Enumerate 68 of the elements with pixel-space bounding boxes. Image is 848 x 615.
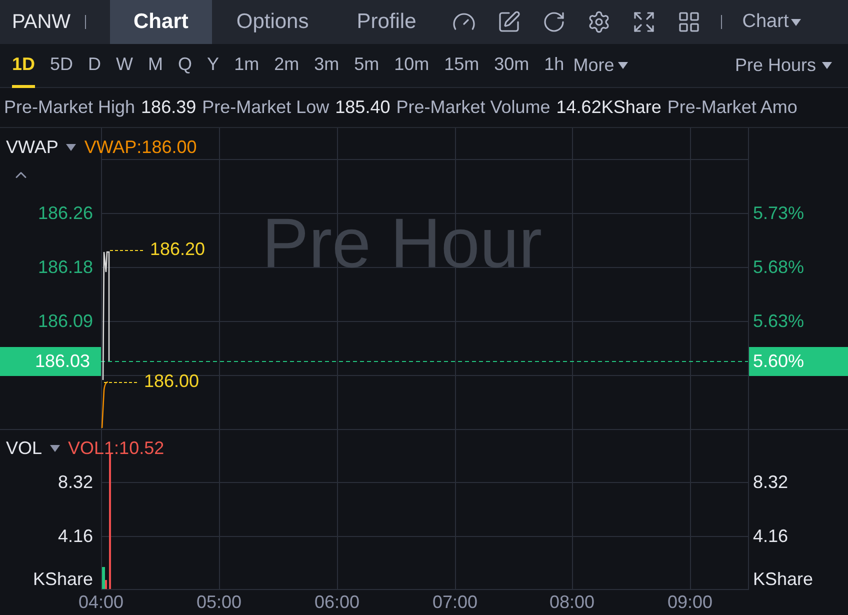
settings-icon[interactable] <box>587 10 612 34</box>
axis-label: 5.68% <box>753 258 804 276</box>
time-label: 09:00 <box>667 593 713 611</box>
axis-label: 5.73% <box>753 204 804 222</box>
axis-label: 8.32 <box>753 473 788 491</box>
axis-label: 186.09 <box>38 312 93 330</box>
period-tab[interactable]: 5m <box>354 44 380 88</box>
period-tab[interactable]: Q <box>178 44 192 88</box>
time-label: 06:00 <box>314 593 360 611</box>
indicator-name: VWAP <box>6 136 58 159</box>
period-tab[interactable]: Y <box>207 44 220 88</box>
caret-icon <box>822 62 832 69</box>
period-tab[interactable]: 15m <box>444 44 480 88</box>
time-label: 04:00 <box>78 593 124 611</box>
grid-icon[interactable] <box>677 10 702 34</box>
period-tab[interactable]: 5D <box>50 44 74 88</box>
axis-label: 8.32 <box>58 473 93 491</box>
view-dropdown[interactable]: Chart <box>742 8 801 36</box>
expand-icon[interactable] <box>632 10 656 34</box>
more-dropdown[interactable]: More <box>573 52 628 79</box>
axis-label: 4.16 <box>58 527 93 545</box>
leader-line <box>110 250 144 251</box>
stat-label: Pre-Market Amo <box>667 96 798 119</box>
leader-line <box>104 382 138 383</box>
axis-label: 186.18 <box>38 258 93 276</box>
period-tab[interactable]: 3m <box>314 44 340 88</box>
current-change-badge: 5.60% <box>749 347 848 376</box>
tab[interactable]: Profile <box>332 0 440 44</box>
refresh-icon[interactable] <box>542 10 566 34</box>
vwap-line <box>101 381 108 428</box>
axis-label: 5.63% <box>753 312 804 330</box>
tab[interactable]: Chart <box>110 0 212 44</box>
period-tab[interactable]: W <box>116 44 134 88</box>
caret-icon <box>66 144 76 151</box>
indicator-name: VOL <box>6 437 42 460</box>
period-tab[interactable]: 1D <box>12 44 36 88</box>
period-tab[interactable]: D <box>88 44 102 88</box>
indicator-value: VWAP:186.00 <box>84 136 197 159</box>
stat-label: Pre-Market High <box>4 96 136 119</box>
period-tab[interactable]: 1h <box>544 44 564 88</box>
current-price-badge: 186.03 <box>0 347 101 376</box>
ticker-symbol: PANW <box>11 10 71 35</box>
caret-icon <box>50 445 60 452</box>
unit-label: KShare <box>32 570 93 588</box>
session-dropdown[interactable]: Pre Hours <box>734 52 832 79</box>
caret-icon <box>618 62 628 69</box>
period-tab[interactable]: M <box>148 44 164 88</box>
tab[interactable]: Options <box>212 0 333 44</box>
time-label: 05:00 <box>196 593 242 611</box>
low-price-label: 186.00 <box>144 372 200 390</box>
time-label: 08:00 <box>549 593 595 611</box>
stat-value: 14.62KShare <box>556 96 662 119</box>
time-label: 07:00 <box>432 593 478 611</box>
axis-label: 186.26 <box>38 204 93 222</box>
period-tab[interactable]: 1m <box>234 44 260 88</box>
unit-label: KShare <box>753 570 814 588</box>
caret-icon <box>790 18 801 26</box>
high-price-label: 186.20 <box>150 240 206 258</box>
period-tab[interactable]: 10m <box>394 44 430 88</box>
indicator-value: VOL1:10.52 <box>68 437 164 460</box>
period-tab[interactable]: 2m <box>274 44 300 88</box>
axis-label: 4.16 <box>753 527 788 545</box>
stat-value: 185.40 <box>335 96 390 119</box>
stat-value: 186.39 <box>141 96 196 119</box>
stat-label: Pre-Market Low <box>202 96 330 119</box>
stat-label: Pre-Market Volume <box>396 96 550 119</box>
period-tab[interactable]: 30m <box>494 44 530 88</box>
edit-icon[interactable] <box>497 10 522 34</box>
